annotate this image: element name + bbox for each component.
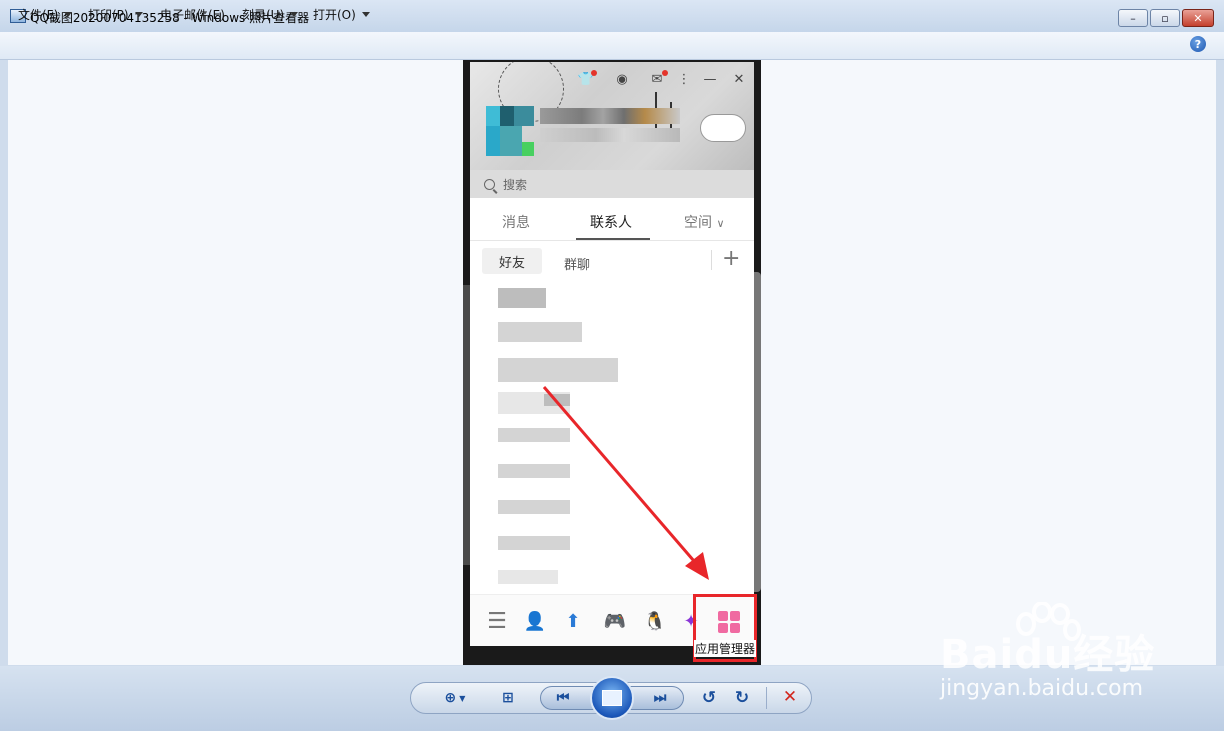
chevron-down-icon: ▼ [459, 693, 466, 703]
slideshow-icon [602, 690, 622, 706]
zoom-icon: ⊕ [444, 690, 457, 706]
actual-size-icon[interactable]: ⊞ [498, 690, 518, 706]
slideshow-button[interactable] [590, 676, 634, 720]
watermark-url: jingyan.baidu.com [940, 676, 1144, 701]
rotate-clockwise-icon[interactable]: ↻ [732, 688, 752, 708]
toolbar-divider [766, 687, 767, 709]
watermark-logo: Baidu经验 [940, 632, 1156, 678]
app-manager-icon[interactable] [718, 611, 740, 633]
app-manager-tooltip: 应用管理器 [694, 640, 756, 657]
delete-icon[interactable]: ✕ [780, 687, 800, 707]
rotate-counterclockwise-icon[interactable]: ↺ [699, 688, 719, 708]
next-icon[interactable]: ⏭ [650, 690, 670, 706]
zoom-button[interactable]: ⊕ ▼ [440, 690, 470, 706]
previous-icon[interactable]: ⏮ [553, 690, 573, 706]
